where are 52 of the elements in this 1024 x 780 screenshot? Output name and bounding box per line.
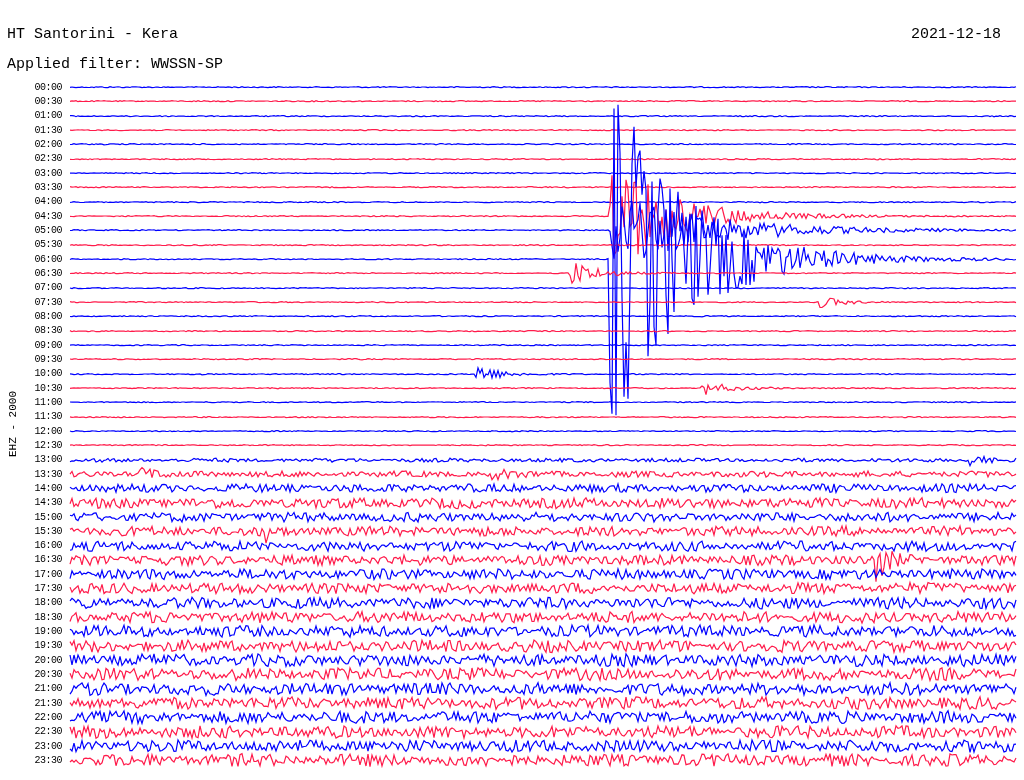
time-label: 03:30: [33, 181, 62, 193]
time-label: 22:30: [33, 726, 62, 738]
time-label: 06:30: [33, 267, 62, 279]
time-label: 09:00: [33, 339, 62, 351]
time-label: 05:30: [33, 239, 62, 251]
time-label: 01:00: [33, 110, 62, 122]
time-label: 11:00: [33, 396, 62, 408]
time-label: 19:00: [33, 626, 62, 638]
time-label: 10:00: [33, 368, 62, 380]
time-label: 02:00: [33, 138, 62, 150]
time-label: 01:30: [33, 124, 62, 136]
time-label: 08:00: [33, 310, 62, 322]
time-label: 17:00: [33, 568, 62, 580]
time-label: 20:30: [33, 669, 62, 681]
time-label: 02:30: [33, 153, 62, 165]
time-label: 15:00: [33, 511, 62, 523]
time-label: 10:30: [33, 382, 62, 394]
time-label: 14:00: [33, 482, 62, 494]
time-label: 00:30: [33, 96, 62, 107]
time-label: 00:00: [33, 81, 62, 93]
time-label: 03:00: [33, 167, 62, 179]
time-label: 04:30: [33, 210, 62, 222]
time-label: 06:00: [33, 253, 62, 265]
time-label: 05:00: [33, 224, 62, 236]
time-label: 20:00: [33, 654, 62, 666]
time-label: 07:30: [33, 296, 62, 308]
time-label: 21:30: [33, 697, 62, 709]
time-label: 08:30: [33, 325, 62, 337]
time-label: 15:30: [33, 525, 62, 537]
time-label: 16:00: [33, 540, 62, 552]
time-label: 18:00: [33, 597, 62, 609]
time-label: 07:00: [33, 282, 62, 294]
time-label: 11:30: [33, 411, 62, 423]
time-label: 14:30: [33, 497, 62, 509]
time-label: 17:30: [33, 583, 62, 595]
filter-label: Applied filter: WWSSN-SP: [7, 55, 224, 75]
time-label: 23:30: [33, 755, 62, 767]
channel-label: EHZ - 2000: [7, 390, 19, 457]
time-label: 18:30: [33, 611, 62, 623]
time-label: 22:00: [33, 712, 62, 724]
plot-date: 2021-12-18: [911, 25, 1001, 45]
time-label: 04:00: [33, 196, 62, 208]
time-label: 13:30: [33, 468, 62, 480]
time-label: 12:00: [33, 425, 62, 437]
time-label: 12:30: [33, 439, 62, 451]
time-label: 21:00: [33, 683, 62, 695]
time-label: 16:30: [33, 554, 62, 566]
plot-title: HT Santorini - Kera: [7, 25, 179, 45]
time-label: 13:00: [33, 454, 62, 466]
time-label: 09:30: [33, 353, 62, 365]
time-label: 19:30: [33, 640, 62, 652]
time-label: 23:00: [33, 740, 62, 752]
